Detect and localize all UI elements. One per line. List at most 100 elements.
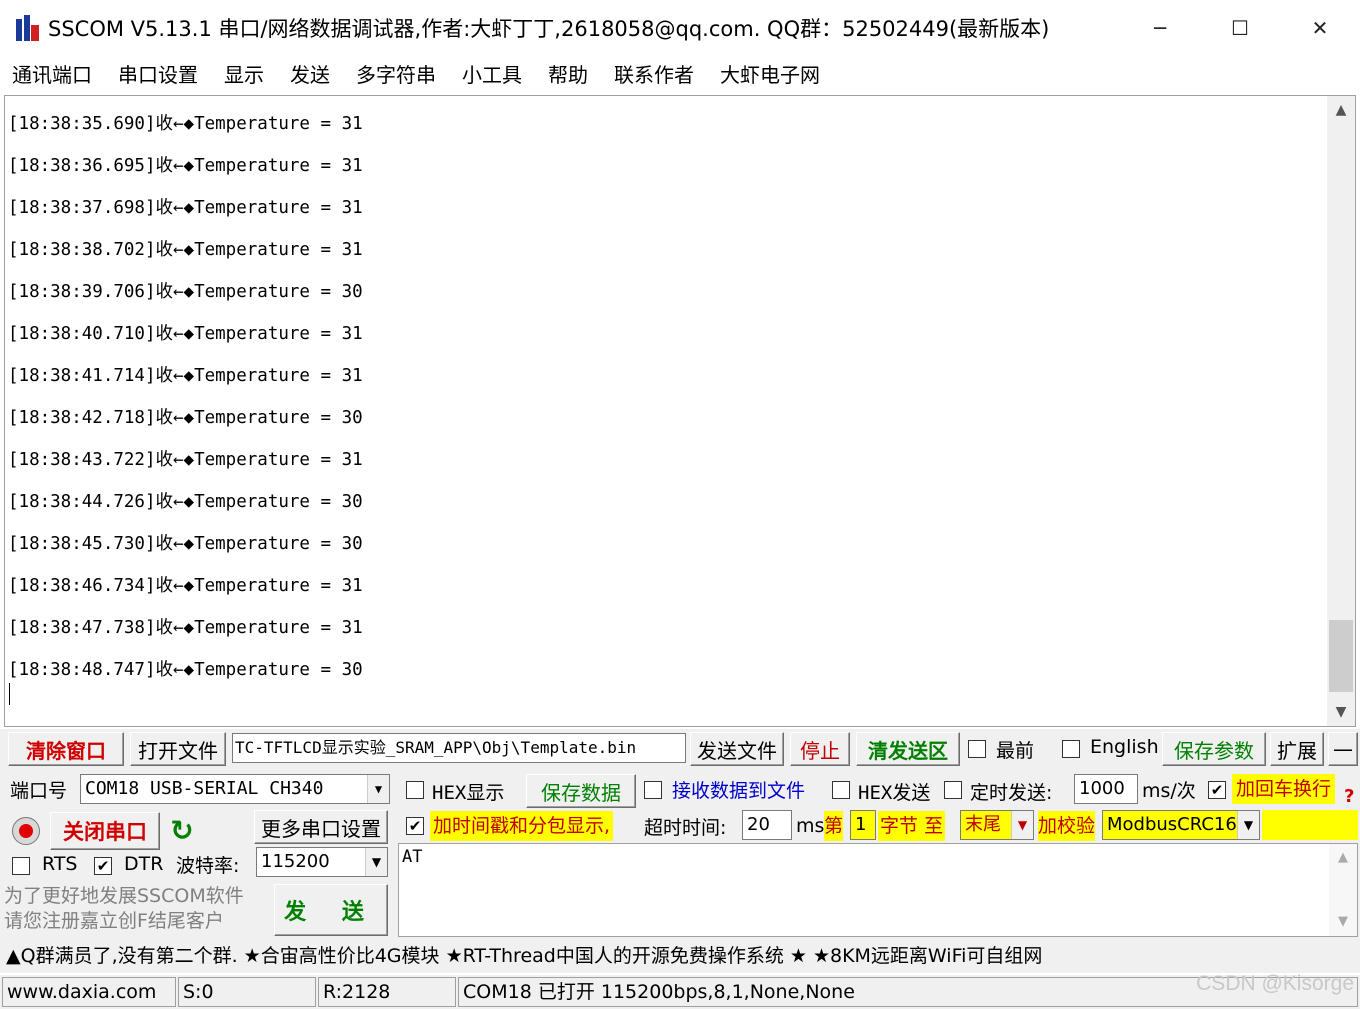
close-icon[interactable]: ✕ xyxy=(1280,0,1360,56)
send-button[interactable]: 发 送 xyxy=(274,884,388,936)
save-params-button[interactable]: 保存参数 xyxy=(1162,732,1266,766)
chevron-down-icon[interactable]: ▼ xyxy=(1237,811,1259,839)
send-scrollbar[interactable]: ▲ ▼ xyxy=(1329,844,1357,936)
scroll-down-icon[interactable]: ▼ xyxy=(1329,910,1357,934)
log-line: [18:38:42.718]收←◆Temperature = 30 xyxy=(8,408,363,428)
send-file-button[interactable]: 发送文件 xyxy=(690,732,784,766)
port-label: 端口号 xyxy=(10,780,68,802)
dtr-checkbox[interactable]: ✔ xyxy=(94,857,112,875)
scroll-thumb[interactable] xyxy=(1329,620,1353,692)
hex-send-label: HEX发送 xyxy=(858,782,931,804)
recv-to-file-checkbox[interactable] xyxy=(644,781,662,799)
file-path-input[interactable]: TC-TFTLCD显示实验_SRAM_APP\Obj\Template.bin xyxy=(232,733,686,763)
log-line: [18:38:38.702]收←◆Temperature = 31 xyxy=(8,240,363,260)
help-icon[interactable]: ? xyxy=(1344,786,1354,807)
hex-send-checkbox[interactable] xyxy=(832,781,850,799)
text-caret xyxy=(9,683,10,705)
chevron-down-icon[interactable]: ▼ xyxy=(1011,811,1033,839)
menu-contact-author[interactable]: 联系作者 xyxy=(614,59,694,88)
clear-window-button[interactable]: 清除窗口 xyxy=(8,732,124,766)
minimize-icon[interactable]: ─ xyxy=(1120,0,1200,56)
timeout-label: 超时时间: xyxy=(644,817,727,839)
action-toolbar: 清除窗口 打开文件 TC-TFTLCD显示实验_SRAM_APP\Obj\Tem… xyxy=(0,729,1360,769)
topmost-checkbox[interactable] xyxy=(968,740,986,758)
byte-to-label: 字节 至 xyxy=(878,811,946,841)
byte-to-select[interactable]: 末尾 ▼ xyxy=(960,810,1034,840)
timeout-unit: ms xyxy=(796,815,825,837)
log-line: [18:38:43.722]收←◆Temperature = 31 xyxy=(8,450,363,470)
app-logo-icon xyxy=(14,13,40,43)
baud-value: 115200 xyxy=(261,851,330,872)
menu-help[interactable]: 帮助 xyxy=(548,59,588,88)
chevron-down-icon[interactable]: ▼ xyxy=(365,848,387,876)
log-line: [18:38:46.734]收←◆Temperature = 31 xyxy=(8,576,363,596)
dtr-label: DTR xyxy=(124,853,164,875)
save-data-button[interactable]: 保存数据 xyxy=(526,774,636,808)
menu-send[interactable]: 发送 xyxy=(290,59,330,88)
log-line: [18:38:37.698]收←◆Temperature = 31 xyxy=(8,198,363,218)
menu-daxia-site[interactable]: 大虾电子网 xyxy=(720,59,820,88)
close-port-button[interactable]: 关闭串口 xyxy=(50,812,160,850)
rts-label: RTS xyxy=(42,853,78,875)
menu-bar: 通讯端口 串口设置 显示 发送 多字符串 小工具 帮助 联系作者 大虾电子网 xyxy=(0,56,1360,90)
port-value: COM18 USB-SERIAL CH340 xyxy=(85,778,324,799)
rts-checkbox[interactable] xyxy=(12,857,30,875)
timestamp-label: 加时间戳和分包显示, xyxy=(430,811,614,841)
hex-display-checkbox[interactable] xyxy=(406,781,424,799)
more-port-settings-button[interactable]: 更多串口设置 xyxy=(254,810,388,844)
timed-send-label: 定时发送: xyxy=(970,782,1053,804)
nth-label: 第 xyxy=(824,811,844,841)
checksum-select[interactable]: ModbusCRC16 ▼ xyxy=(1102,810,1260,840)
window-title: SSCOM V5.13.1 串口/网络数据调试器,作者:大虾丁丁,2618058… xyxy=(48,17,1050,41)
menu-multi-string[interactable]: 多字符串 xyxy=(356,59,436,88)
chevron-down-icon[interactable]: ▼ xyxy=(367,775,389,803)
log-line: [18:38:35.690]收←◆Temperature = 31 xyxy=(8,114,363,134)
status-received-count: R:2128 xyxy=(318,977,456,1007)
interval-input[interactable]: 1000 xyxy=(1074,774,1138,804)
english-checkbox[interactable] xyxy=(1062,740,1080,758)
scroll-up-icon[interactable]: ▲ xyxy=(1327,96,1355,124)
add-crlf-checkbox[interactable]: ✔ xyxy=(1208,781,1226,799)
byte-to-value: 末尾 xyxy=(965,814,1001,835)
log-line: [18:38:45.730]收←◆Temperature = 30 xyxy=(8,534,363,554)
menu-tools[interactable]: 小工具 xyxy=(462,59,522,88)
timed-send-checkbox[interactable] xyxy=(944,781,962,799)
clear-send-button[interactable]: 清发送区 xyxy=(856,732,960,766)
status-site-link[interactable]: www.daxia.com xyxy=(2,977,176,1007)
english-label: English xyxy=(1090,736,1159,758)
topmost-label: 最前 xyxy=(996,740,1035,762)
refresh-icon[interactable]: ↻ xyxy=(166,815,198,847)
log-line: [18:38:44.726]收←◆Temperature = 30 xyxy=(8,492,363,512)
open-file-button[interactable]: 打开文件 xyxy=(130,732,226,766)
status-bar: www.daxia.com S:0 R:2128 COM18 已打开 11520… xyxy=(0,975,1360,1009)
log-line: [18:38:48.747]收←◆Temperature = 30 xyxy=(8,660,363,680)
scroll-up-icon[interactable]: ▲ xyxy=(1329,846,1357,870)
receive-area[interactable]: [18:38:35.690]收←◆Temperature = 31 [18:38… xyxy=(4,95,1356,727)
checksum-label: 加校验 xyxy=(1038,811,1096,841)
port-select[interactable]: COM18 USB-SERIAL CH340 ▼ xyxy=(80,774,390,804)
menu-display[interactable]: 显示 xyxy=(224,59,264,88)
log-line: [18:38:36.695]收←◆Temperature = 31 xyxy=(8,156,363,176)
menu-comm-port[interactable]: 通讯端口 xyxy=(12,59,92,88)
collapse-button[interactable]: — xyxy=(1328,732,1358,766)
timeout-input[interactable]: 20 xyxy=(742,810,792,840)
receive-scrollbar[interactable]: ▲ ▼ xyxy=(1327,96,1355,726)
timestamp-checkbox[interactable]: ✔ xyxy=(406,817,424,835)
title-bar: SSCOM V5.13.1 串口/网络数据调试器,作者:大虾丁丁,2618058… xyxy=(0,0,1360,56)
log-line: [18:38:41.714]收←◆Temperature = 31 xyxy=(8,366,363,386)
send-text-area[interactable]: AT ▲ ▼ xyxy=(398,843,1358,937)
watermark: CSDN @Kisorge xyxy=(1196,972,1354,995)
stop-button[interactable]: 停止 xyxy=(790,732,850,766)
baud-label: 波特率: xyxy=(176,855,240,877)
byte-from-input[interactable]: 1 xyxy=(850,810,876,840)
add-crlf-label: 加回车换行 xyxy=(1232,774,1336,804)
menu-serial-settings[interactable]: 串口设置 xyxy=(118,59,198,88)
scroll-down-icon[interactable]: ▼ xyxy=(1327,698,1355,726)
receive-log: [18:38:35.690]收←◆Temperature = 31 [18:38… xyxy=(8,110,1326,698)
promo-text[interactable]: 为了更好地发展SSCOM软件 请您注册嘉立创F结尾客户 xyxy=(4,884,244,934)
maximize-icon[interactable]: ☐ xyxy=(1200,0,1280,56)
news-ticker[interactable]: ▲Q群满员了,没有第二个群. ★合宙高性价比4G模块 ★RT-Thread中国人… xyxy=(0,939,1360,973)
baud-select[interactable]: 115200 ▼ xyxy=(256,847,388,877)
recv-to-file-label: 接收数据到文件 xyxy=(672,780,806,802)
expand-button[interactable]: 扩展 xyxy=(1270,732,1324,766)
